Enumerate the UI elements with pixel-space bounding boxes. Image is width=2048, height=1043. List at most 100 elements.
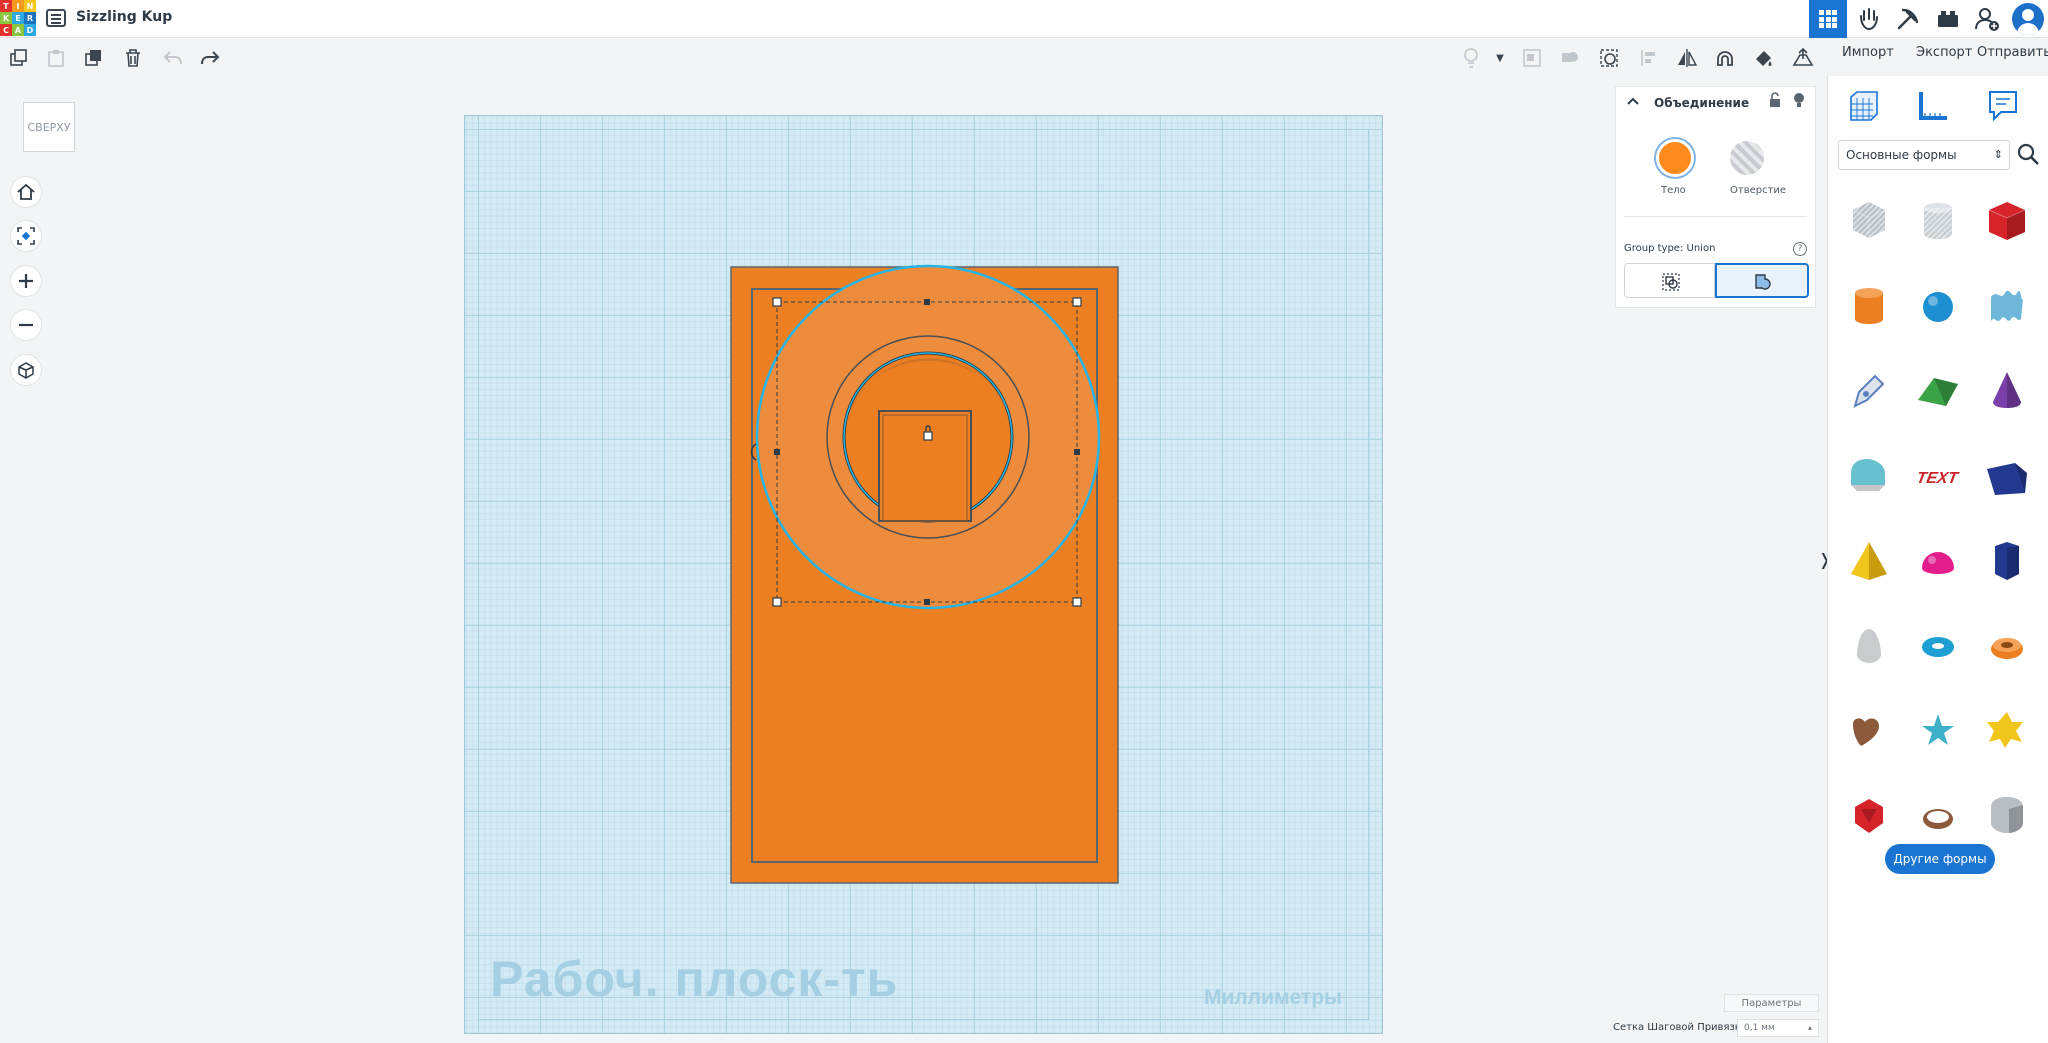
inspector-title: Объединение bbox=[1654, 96, 1750, 110]
icosahedron-icon bbox=[1855, 799, 1883, 833]
torus-icon bbox=[1922, 637, 1954, 657]
hole-button[interactable] bbox=[1730, 141, 1764, 175]
gallery-icon[interactable] bbox=[1850, 0, 1888, 38]
delete-icon[interactable] bbox=[122, 47, 144, 69]
notes-tab-icon[interactable] bbox=[1983, 86, 2023, 126]
cone-icon bbox=[1993, 372, 2021, 408]
logo-letter: A bbox=[12, 24, 24, 36]
user-avatar-icon[interactable] bbox=[2012, 3, 2044, 35]
shape-icosahedron[interactable] bbox=[1836, 779, 1902, 853]
chevron-down-icon[interactable]: ▼ bbox=[1489, 47, 1511, 69]
shape-pyramid[interactable] bbox=[1836, 524, 1902, 598]
fit-view-icon[interactable] bbox=[10, 220, 42, 252]
shape-wedge[interactable] bbox=[1974, 439, 2040, 513]
separate-shapes-icon bbox=[1662, 273, 1680, 291]
workplane-icon[interactable] bbox=[1792, 47, 1814, 69]
redo-icon[interactable] bbox=[199, 47, 221, 69]
duplicate-icon[interactable] bbox=[83, 47, 105, 69]
group-type-union-button[interactable] bbox=[1715, 263, 1809, 298]
shape-torus[interactable] bbox=[1905, 609, 1971, 683]
ungroup-icon[interactable] bbox=[1559, 47, 1581, 69]
shape-heart[interactable] bbox=[1836, 694, 1902, 768]
shape-polygon[interactable] bbox=[1974, 524, 2040, 598]
zoom-out-icon[interactable] bbox=[10, 309, 42, 341]
paste-icon[interactable] bbox=[45, 47, 67, 69]
lock-icon[interactable] bbox=[1768, 92, 1782, 108]
rounded-box-icon bbox=[1991, 797, 2023, 833]
more-shapes-button[interactable]: Другие формы bbox=[1885, 844, 1995, 874]
shape-scribble-pen[interactable] bbox=[1836, 354, 1902, 428]
cylinder-icon bbox=[1855, 288, 1883, 324]
workplane[interactable] bbox=[464, 115, 1383, 1034]
svg-text:TEXT: TEXT bbox=[1915, 469, 1960, 487]
group-type-separate-button[interactable] bbox=[1624, 263, 1715, 298]
copy-icon[interactable] bbox=[8, 47, 30, 69]
bricks-icon[interactable] bbox=[1929, 0, 1967, 38]
solid-label: Тело bbox=[1661, 185, 1686, 196]
group-type-label: Group type: Union bbox=[1624, 243, 1716, 254]
export-button[interactable]: Экспорт bbox=[1916, 45, 1972, 60]
round-roof-icon bbox=[1851, 459, 1885, 491]
undo-icon[interactable] bbox=[162, 47, 184, 69]
heart-icon bbox=[1853, 718, 1879, 746]
view-cube[interactable]: СВЕРХУ bbox=[23, 102, 75, 152]
shape-cylinder[interactable] bbox=[1836, 269, 1902, 343]
search-icon[interactable] bbox=[2016, 142, 2042, 168]
snap-grid-select[interactable]: 0,1 мм bbox=[1737, 1019, 1819, 1037]
mirror-icon[interactable] bbox=[1676, 47, 1698, 69]
polygon-icon bbox=[1995, 542, 2019, 580]
units-label: Миллиметры bbox=[1204, 986, 1342, 1009]
align-icon[interactable] bbox=[1638, 47, 1660, 69]
shape-half-sphere[interactable] bbox=[1905, 524, 1971, 598]
perspective-icon[interactable] bbox=[10, 354, 42, 386]
shape-roof[interactable] bbox=[1905, 354, 1971, 428]
shape-cylinder-hole[interactable] bbox=[1905, 184, 1971, 258]
logo-letter: T bbox=[0, 0, 12, 12]
shape-box[interactable] bbox=[1974, 184, 2040, 258]
shape-sphere[interactable] bbox=[1905, 269, 1971, 343]
shape-paraboloid[interactable] bbox=[1836, 609, 1902, 683]
shape-star[interactable] bbox=[1905, 694, 1971, 768]
shape-cone[interactable] bbox=[1974, 354, 2040, 428]
collapse-icon[interactable] bbox=[1626, 95, 1640, 109]
text-icon: TEXT bbox=[1915, 469, 1960, 487]
shape-box-hole[interactable] bbox=[1836, 184, 1902, 258]
parameters-button[interactable]: Параметры bbox=[1724, 994, 1819, 1012]
import-button[interactable]: Импорт bbox=[1842, 45, 1894, 60]
shape-scribble[interactable] bbox=[1974, 269, 2040, 343]
wedge-icon bbox=[1987, 463, 2027, 495]
star-six-icon bbox=[1987, 712, 2023, 748]
shape-round-roof[interactable] bbox=[1836, 439, 1902, 513]
scribble-icon bbox=[1991, 290, 2023, 321]
grid-view-icon[interactable] bbox=[1809, 0, 1847, 38]
box-icon bbox=[1988, 202, 2026, 240]
add-user-icon[interactable] bbox=[1968, 0, 2006, 38]
solid-color-button[interactable] bbox=[1656, 139, 1694, 177]
send-to-button[interactable]: Отправить bbox=[1977, 45, 2048, 60]
project-title[interactable]: Sizzling Kup bbox=[76, 9, 172, 25]
shape-star-six[interactable] bbox=[1974, 694, 2040, 768]
cruise-icon[interactable] bbox=[1598, 47, 1620, 69]
shape-tube[interactable] bbox=[1974, 609, 2040, 683]
zoom-in-icon[interactable] bbox=[10, 265, 42, 297]
pickaxe-icon[interactable] bbox=[1889, 0, 1927, 38]
shape-text[interactable]: TEXT bbox=[1905, 439, 1971, 513]
roof-icon bbox=[1918, 378, 1958, 406]
workplane-tab-icon[interactable] bbox=[1844, 86, 1884, 126]
paraboloid-icon bbox=[1857, 629, 1881, 663]
shape-rounded-box[interactable] bbox=[1974, 779, 2040, 853]
group-icon[interactable] bbox=[1521, 47, 1543, 69]
design-list-icon[interactable] bbox=[46, 9, 66, 27]
shape-category-select[interactable]: Основные формы bbox=[1838, 140, 2010, 170]
pyramid-icon bbox=[1851, 542, 1887, 580]
light-bulb-icon[interactable] bbox=[1792, 92, 1806, 108]
help-icon[interactable]: ? bbox=[1793, 242, 1807, 256]
tinkercad-logo[interactable]: TINKERCAD bbox=[0, 0, 36, 36]
home-icon[interactable] bbox=[10, 176, 42, 208]
ruler-tab-icon[interactable] bbox=[1913, 86, 1953, 126]
light-bulb-icon[interactable] bbox=[1460, 47, 1482, 69]
box-hole-icon bbox=[1852, 202, 1886, 238]
paint-icon[interactable] bbox=[1753, 47, 1775, 69]
magnet-icon[interactable] bbox=[1714, 47, 1736, 69]
shape-ring[interactable] bbox=[1905, 779, 1971, 853]
